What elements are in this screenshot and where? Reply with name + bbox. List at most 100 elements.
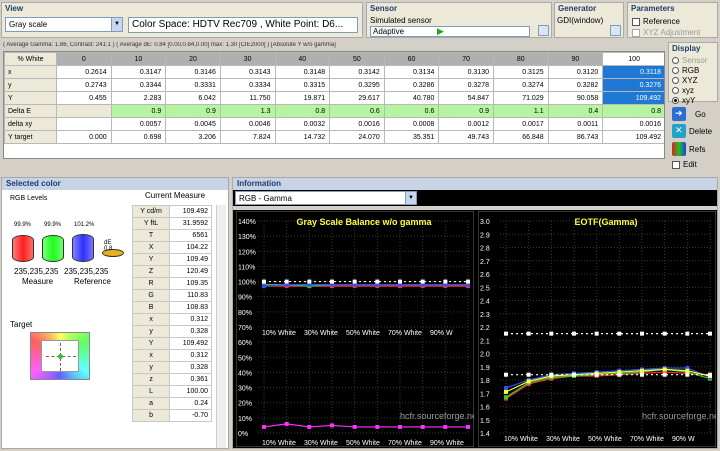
grid-column-header[interactable]: 10 [110, 52, 167, 66]
grid-cell[interactable]: 109.492 [602, 130, 664, 144]
grid-column-header[interactable]: 100 [602, 52, 664, 66]
grid-cell[interactable]: 0.3282 [547, 78, 604, 92]
grid-column-header[interactable]: 40 [274, 52, 331, 66]
grid-cell[interactable]: 1.3 [219, 104, 276, 118]
grid-cell[interactable]: 0.2743 [56, 78, 112, 92]
de-value: dE 0.8 [104, 240, 113, 252]
grid-cell[interactable]: 0.3120 [547, 65, 604, 79]
grid-cell[interactable]: 90.058 [547, 91, 604, 105]
grid-cell[interactable]: 0.9 [110, 104, 167, 118]
grid-cell[interactable]: 3.206 [165, 130, 221, 144]
grid-cell[interactable]: 0.3276 [602, 78, 664, 92]
display-option-xyy[interactable]: xyY [672, 95, 707, 105]
grid-cell[interactable]: 0.3118 [602, 65, 664, 79]
grid-cell[interactable]: 0.0032 [274, 117, 331, 131]
grid-cell[interactable]: 0.3344 [110, 78, 167, 92]
grid-cell[interactable]: 0.3147 [110, 65, 167, 79]
grid-cell[interactable]: 0.000 [56, 130, 112, 144]
measure-scrollbar[interactable] [216, 205, 226, 448]
display-option-rgb[interactable]: RGB [672, 65, 707, 75]
grid-cell[interactable]: 0.0057 [110, 117, 167, 131]
display-option-xyz[interactable]: XYZ [672, 75, 707, 85]
display-option-sensor[interactable]: Sensor [672, 55, 707, 65]
grid-cell[interactable]: 0.0008 [383, 117, 440, 131]
grid-cell[interactable]: 0.0046 [219, 117, 276, 131]
measure-row: Y cd/m 109.492 [131, 205, 212, 218]
grid-column-header[interactable]: 80 [493, 52, 549, 66]
grid-column-header[interactable]: 60 [383, 52, 440, 66]
grid-cell[interactable]: 0.3143 [219, 65, 276, 79]
grid-cell[interactable]: 71.029 [493, 91, 549, 105]
grid-cell[interactable]: 0.698 [110, 130, 167, 144]
y-tick-label: 2.9 [480, 232, 490, 239]
grid-column-header[interactable]: 70 [438, 52, 494, 66]
grid-cell[interactable]: 66.848 [493, 130, 549, 144]
grid-cell[interactable]: 0.3148 [274, 65, 331, 79]
grid-column-header[interactable]: 20 [165, 52, 221, 66]
grid-cell[interactable]: 86.743 [547, 130, 604, 144]
grid-cell[interactable]: 0.3315 [274, 78, 331, 92]
sensor-config-icon[interactable] [538, 25, 549, 36]
edit-checkbox[interactable]: Edit [672, 160, 697, 169]
grid-cell[interactable]: 109.492 [602, 91, 664, 105]
grid-cell[interactable]: 35.351 [383, 130, 440, 144]
grid-cell[interactable]: 0.9 [438, 104, 494, 118]
grid-cell[interactable]: 6.042 [165, 91, 221, 105]
grid-cell[interactable]: 0.3334 [219, 78, 276, 92]
grid-cell[interactable]: 0.6 [329, 104, 385, 118]
go-button[interactable]: ➜ Go [672, 107, 706, 121]
grid-cell[interactable]: 0.3295 [329, 78, 385, 92]
grid-cell[interactable]: 0.0012 [438, 117, 494, 131]
grid-cell[interactable]: 29.617 [329, 91, 385, 105]
grid-cell[interactable]: 0.3278 [438, 78, 494, 92]
grid-cell[interactable]: 0.4 [547, 104, 604, 118]
grid-cell[interactable]: 11.750 [219, 91, 276, 105]
grid-cell[interactable]: 0.2614 [56, 65, 112, 79]
grid-cell[interactable]: 0.6 [383, 104, 440, 118]
grid-cell[interactable]: 0.0016 [329, 117, 385, 131]
grid-cell[interactable]: 0.8 [602, 104, 664, 118]
grid-cell[interactable]: 49.743 [438, 130, 494, 144]
grid-cell[interactable]: 14.732 [274, 130, 331, 144]
grid-cell[interactable]: 0.3125 [493, 65, 549, 79]
grid-column-header[interactable]: 0 [56, 52, 112, 66]
grid-cell[interactable]: 24.070 [329, 130, 385, 144]
generator-config-icon[interactable] [610, 25, 621, 36]
grid-cell[interactable]: 2.283 [110, 91, 167, 105]
y-tick-label: 10% [238, 416, 252, 423]
grid-cell[interactable]: 0.3274 [493, 78, 549, 92]
grid-cell[interactable]: 0.0016 [602, 117, 664, 131]
grid-cell[interactable]: 0.3331 [165, 78, 221, 92]
reference-checkbox[interactable]: Reference [632, 17, 680, 26]
grid-cell[interactable]: 0.0045 [165, 117, 221, 131]
grid-cell[interactable]: 0.3146 [165, 65, 221, 79]
play-icon[interactable]: ▶ [437, 26, 444, 37]
grid-cell[interactable]: 40.780 [383, 91, 440, 105]
delete-button[interactable]: ✕ Delete [672, 124, 712, 138]
grid-cell[interactable]: 0.9 [165, 104, 221, 118]
grid-cell[interactable]: 0.455 [56, 91, 112, 105]
grid-cell[interactable]: 0.3142 [329, 65, 385, 79]
grid-cell[interactable]: 0.8 [274, 104, 331, 118]
grid-cell[interactable]: 54.847 [438, 91, 494, 105]
display-option-xyz[interactable]: xyz [672, 85, 707, 95]
grid-cell[interactable]: 0.3134 [383, 65, 440, 79]
grid-cell[interactable]: 19.871 [274, 91, 331, 105]
grid-cell[interactable] [56, 117, 112, 131]
grid-column-header[interactable]: 50 [329, 52, 385, 66]
x-tick-label-bottom: 90% White [430, 440, 464, 447]
xyz-adjustment-checkbox[interactable]: XYZ Adjustment [632, 28, 700, 37]
grid-cell[interactable]: 0.3130 [438, 65, 494, 79]
reference-label: Reference [74, 277, 111, 286]
grid-cell[interactable]: 7.824 [219, 130, 276, 144]
grid-cell[interactable] [56, 104, 112, 118]
information-mode-select[interactable]: RGB - Gamma ▼ [235, 191, 417, 205]
grid-cell[interactable]: 0.3286 [383, 78, 440, 92]
grid-column-header[interactable]: 90 [547, 52, 604, 66]
grid-column-header[interactable]: 30 [219, 52, 276, 66]
grid-cell[interactable]: 0.0017 [493, 117, 549, 131]
grid-cell[interactable]: 0.0011 [547, 117, 604, 131]
refs-button[interactable]: Refs [672, 142, 705, 156]
view-mode-select[interactable]: Gray scale ▼ [5, 17, 123, 32]
grid-cell[interactable]: 1.1 [493, 104, 549, 118]
